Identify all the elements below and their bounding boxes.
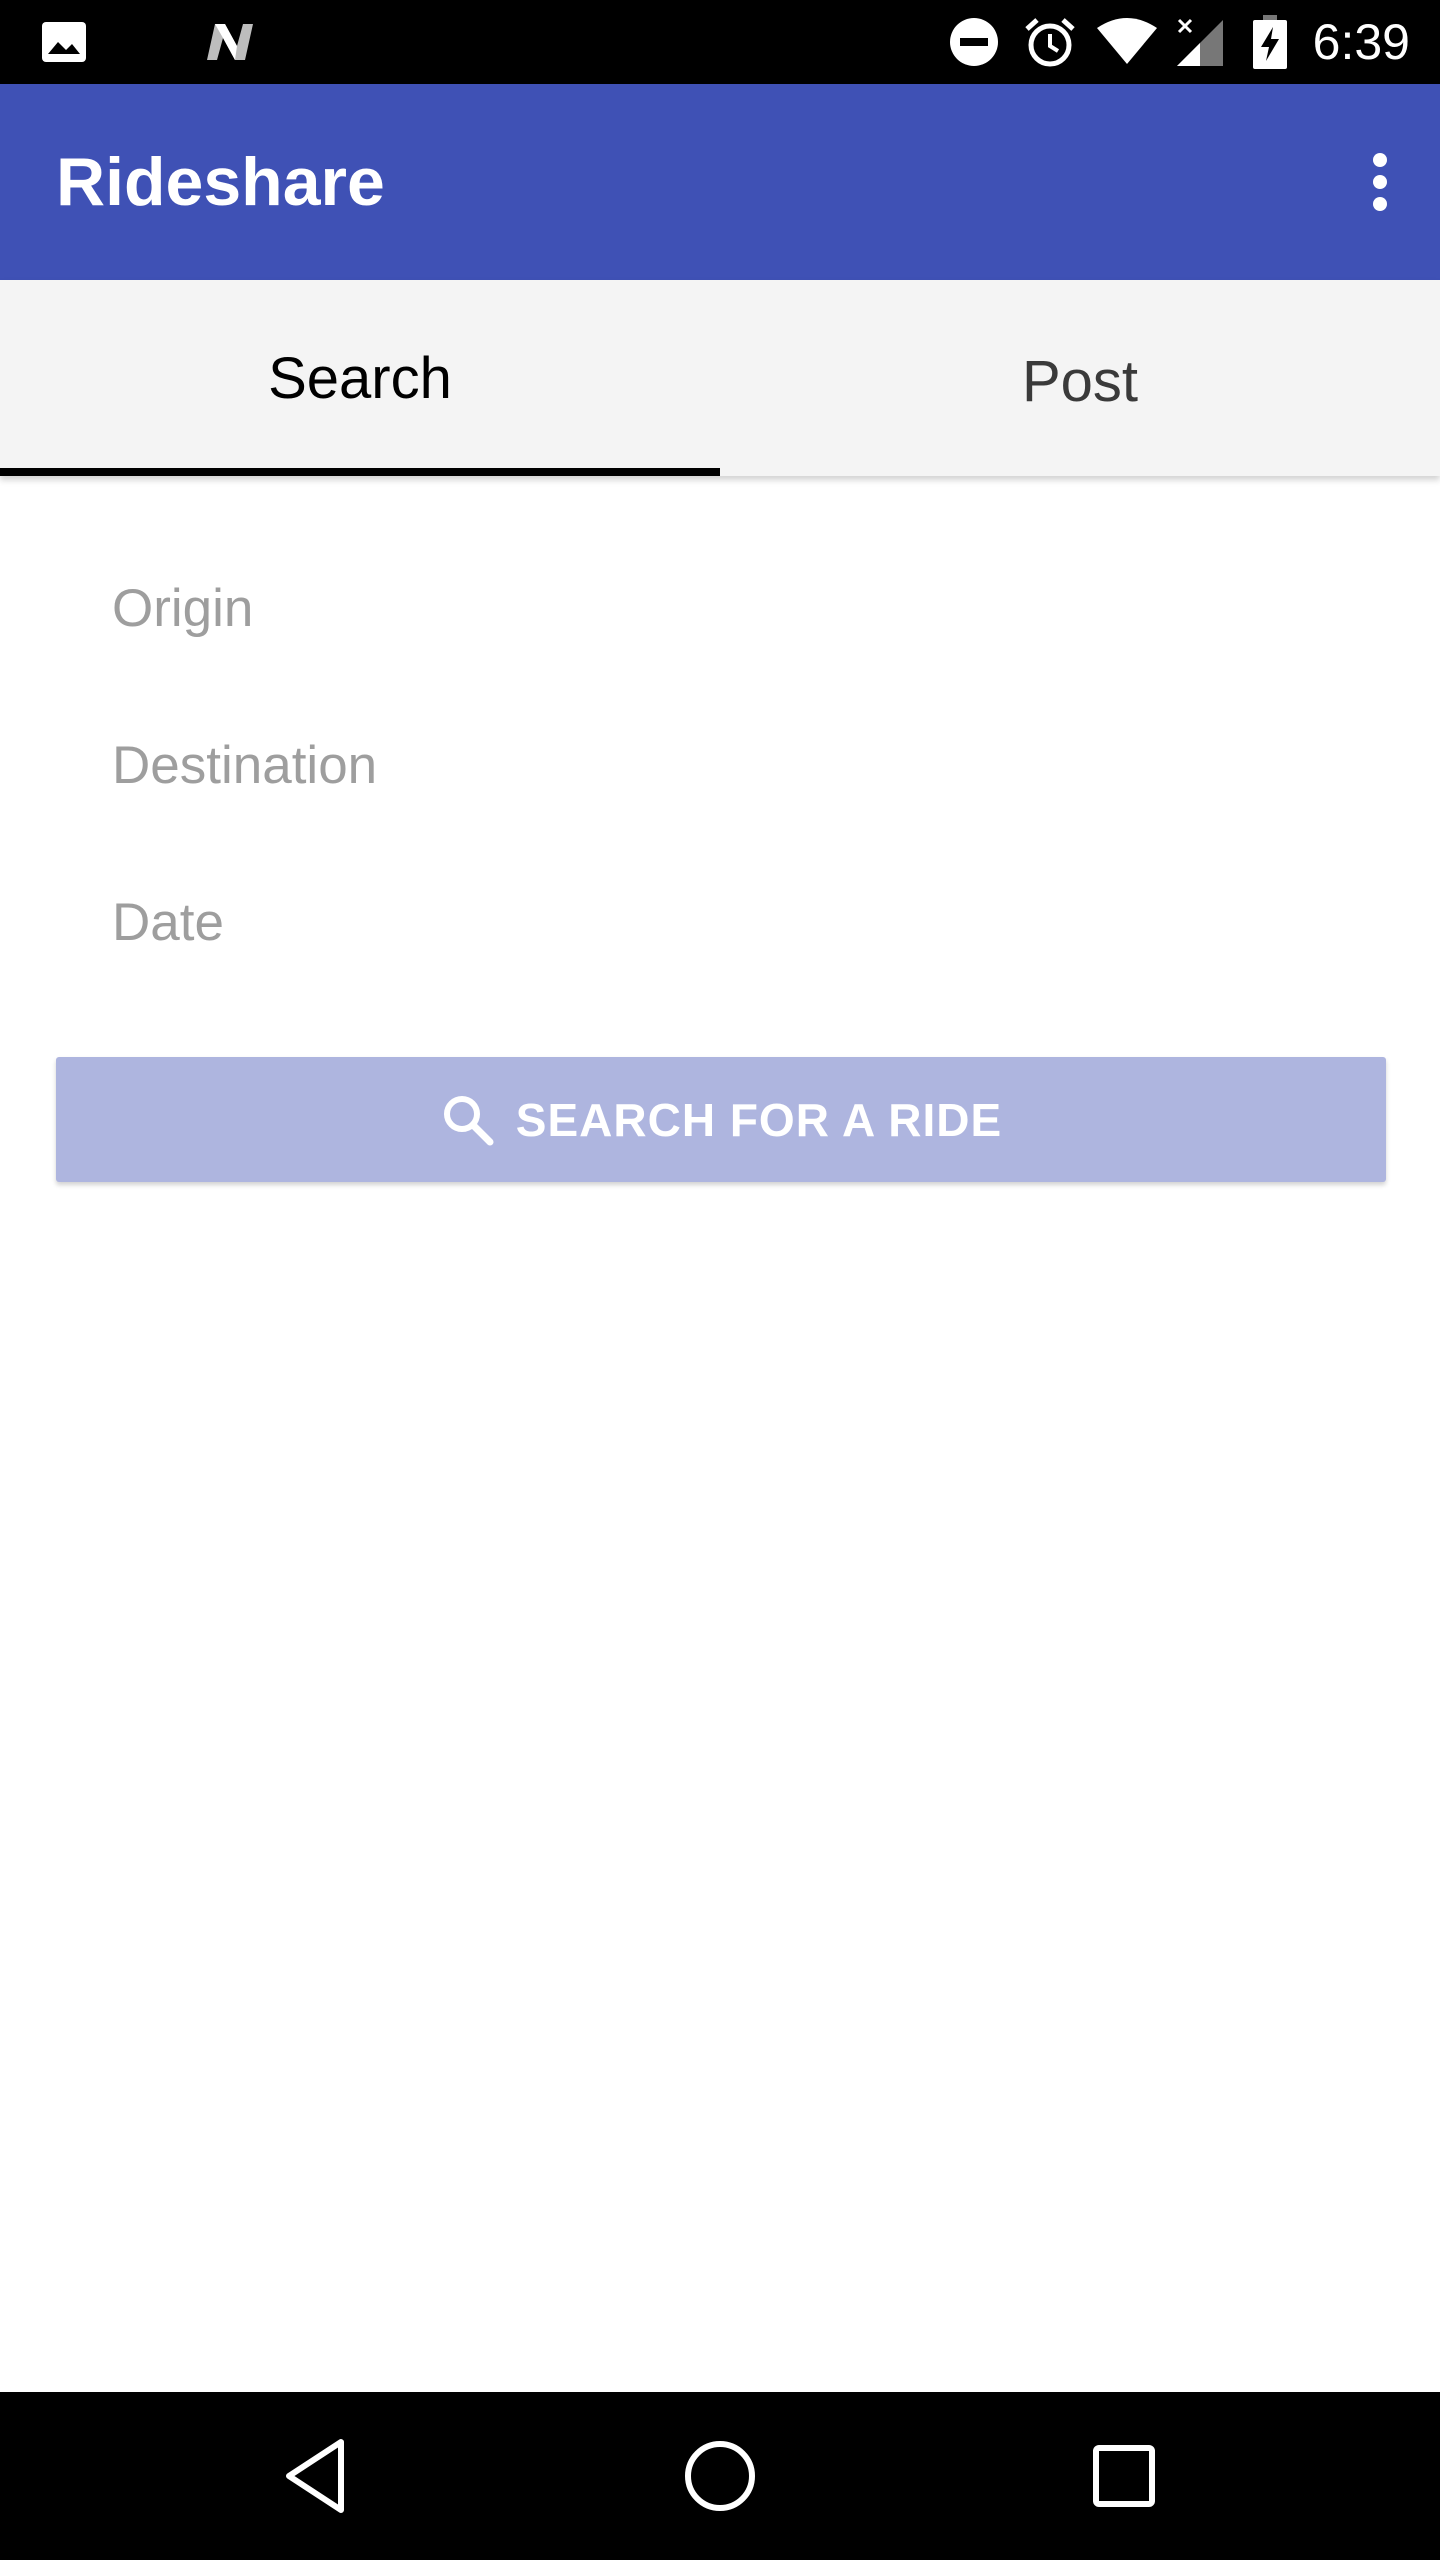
n-logo-icon bbox=[200, 0, 260, 84]
more-vert-icon bbox=[1373, 153, 1387, 211]
tab-bar: Search Post bbox=[0, 280, 1440, 476]
signal-icon bbox=[1172, 0, 1228, 84]
tab-indicator bbox=[0, 468, 720, 476]
home-icon bbox=[685, 2441, 755, 2511]
app-bar: Rideshare bbox=[0, 84, 1440, 280]
origin-input[interactable] bbox=[56, 548, 1384, 668]
overflow-menu-button[interactable] bbox=[1340, 142, 1420, 222]
alarm-icon bbox=[1020, 0, 1080, 84]
home-button[interactable] bbox=[670, 2426, 770, 2526]
status-time: 6:39 bbox=[1312, 14, 1410, 70]
status-bar: 6:39 bbox=[0, 0, 1440, 84]
app-title: Rideshare bbox=[56, 144, 385, 220]
recents-button[interactable] bbox=[1074, 2426, 1174, 2526]
navigation-bar bbox=[0, 2392, 1440, 2560]
search-for-ride-button[interactable]: SEARCH FOR A RIDE bbox=[56, 1057, 1386, 1182]
origin-field-container bbox=[56, 548, 1384, 668]
wifi-icon bbox=[1094, 0, 1160, 84]
image-icon bbox=[36, 0, 92, 84]
tab-post[interactable]: Post bbox=[720, 280, 1440, 476]
search-button-label: SEARCH FOR A RIDE bbox=[515, 1093, 1003, 1146]
back-button[interactable] bbox=[266, 2426, 366, 2526]
do-not-disturb-icon bbox=[946, 0, 1002, 84]
destination-field-container bbox=[56, 705, 1384, 825]
date-field-container bbox=[56, 862, 1384, 982]
date-input[interactable] bbox=[56, 862, 1384, 982]
back-icon bbox=[286, 2439, 344, 2513]
battery-charging-icon bbox=[1250, 0, 1290, 84]
tab-search[interactable]: Search bbox=[0, 280, 720, 476]
search-icon bbox=[440, 1092, 496, 1148]
recents-icon bbox=[1093, 2445, 1155, 2507]
destination-input[interactable] bbox=[56, 705, 1384, 825]
